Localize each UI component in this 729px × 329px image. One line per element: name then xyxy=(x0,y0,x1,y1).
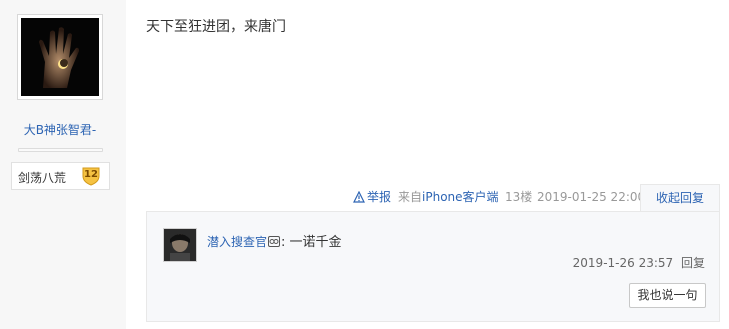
reply-meta: 2019-1-26 23:57 回复 xyxy=(573,254,705,271)
author-username[interactable]: 大B神张智君- xyxy=(0,121,120,138)
post-content: 天下至狂进团，来唐门 xyxy=(146,19,286,35)
level-number: 12 xyxy=(84,169,98,180)
source-prefix: 来自 xyxy=(398,190,423,204)
collapse-replies-button[interactable]: 收起回复 xyxy=(640,184,720,212)
reply-separator: : xyxy=(281,235,286,250)
report-label: 举报 xyxy=(367,190,392,204)
reply-username[interactable]: 潜入搜查官 xyxy=(207,235,267,249)
floor-number: 13楼 xyxy=(505,190,533,204)
reply-content: 一诺千金 xyxy=(289,235,342,250)
post-source: 来自iPhone客户端 xyxy=(398,190,499,204)
report-link[interactable]: 举报 xyxy=(353,190,391,204)
source-client-link[interactable]: iPhone客户端 xyxy=(422,190,499,204)
author-divider xyxy=(18,148,103,152)
reply-avatar[interactable] xyxy=(163,228,197,262)
reply-avatar-image xyxy=(164,229,196,261)
reply-panel: 潜入搜查官 : 一诺千金 2019-1-26 23:57 回复 我也说一句 xyxy=(146,211,720,322)
warning-icon xyxy=(353,191,365,203)
reply-link[interactable]: 回复 xyxy=(681,256,705,270)
say-something-button[interactable]: 我也说一句 xyxy=(629,283,706,308)
author-sidebar: 大B神张智君- 剑荡八荒 12 xyxy=(0,0,126,329)
level-name: 剑荡八荒 xyxy=(18,171,67,185)
author-level-badge[interactable]: 剑荡八荒 12 xyxy=(11,162,110,190)
avatar-image xyxy=(21,18,99,96)
level-badge-icon: 12 xyxy=(81,166,101,186)
post-timestamp: 2019-01-25 22:00 xyxy=(537,190,646,204)
reply-timestamp: 2019-1-26 23:57 xyxy=(572,256,674,270)
reply-text-line: 潜入搜查官 : 一诺千金 xyxy=(207,231,342,250)
author-avatar[interactable] xyxy=(17,14,103,100)
member-badge-icon xyxy=(268,236,281,247)
